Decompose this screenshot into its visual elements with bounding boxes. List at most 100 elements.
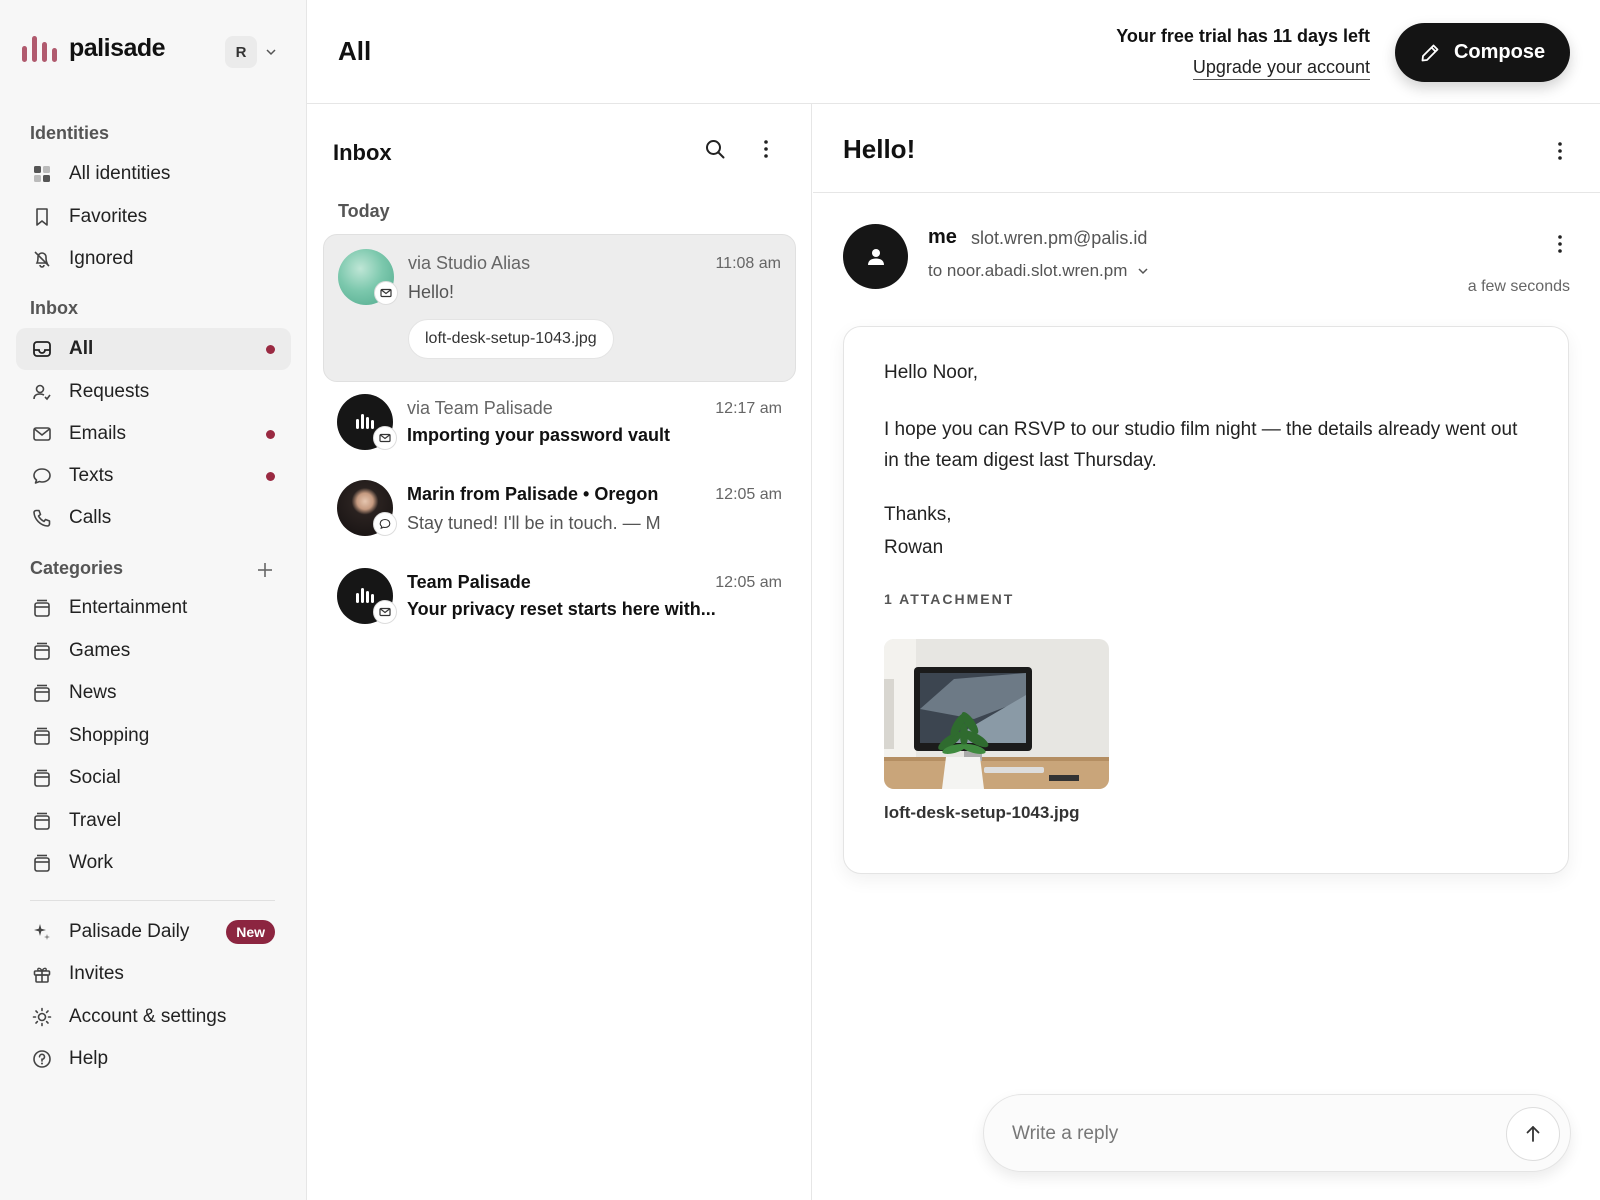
help-icon <box>31 1048 53 1070</box>
reader-divider <box>813 192 1600 193</box>
sidebar-item-label: Help <box>69 1048 109 1069</box>
sidebar-item-palisade-daily[interactable]: Palisade Daily New <box>16 911 291 953</box>
message-sender: via Team Palisade <box>407 398 553 418</box>
sidebar-item-label: Palisade Daily <box>69 921 190 942</box>
sidebar-item-ignored[interactable]: Ignored <box>16 238 291 280</box>
message-subject: Importing your password vault <box>407 425 671 445</box>
message-signature: Rowan <box>884 537 944 558</box>
sidebar-item-social[interactable]: Social <box>16 757 291 799</box>
folder-icon <box>31 852 53 874</box>
reply-box <box>983 1094 1571 1172</box>
message-row[interactable]: via Studio Alias 11:08 am Hello! loft-de… <box>323 234 796 382</box>
sidebar-item-news[interactable]: News <box>16 672 291 714</box>
unread-dot <box>266 472 275 481</box>
folder-icon <box>31 640 53 662</box>
attachment-chip[interactable]: loft-desk-setup-1043.jpg <box>408 319 614 359</box>
message-more-button[interactable] <box>1546 137 1574 165</box>
sidebar-item-requests[interactable]: Requests <box>16 371 291 413</box>
sidebar-item-help[interactable]: Help <box>16 1038 291 1080</box>
sender-address: slot.wren.pm@palis.id <box>971 228 1148 248</box>
arrow-up-icon <box>1526 1126 1540 1142</box>
more-vertical-icon <box>1558 142 1562 160</box>
message-row[interactable]: Marin from Palisade • Oregon 12:05 am St… <box>323 478 796 554</box>
mail-icon <box>373 426 397 450</box>
sidebar-item-label: Account & settings <box>69 1006 227 1027</box>
account-switcher[interactable]: R <box>225 36 277 68</box>
message-greeting: Hello Noor, <box>884 362 978 383</box>
search-button[interactable] <box>701 135 729 163</box>
reply-input[interactable] <box>1012 1115 1472 1153</box>
compose-button[interactable]: Compose <box>1395 23 1570 82</box>
sidebar-item-invites[interactable]: Invites <box>16 953 291 995</box>
sidebar-item-label: All <box>69 338 94 359</box>
unread-dot <box>266 430 275 439</box>
sender-more-button[interactable] <box>1546 230 1574 258</box>
message-body-card: Hello Noor, I hope you can RSVP to our s… <box>843 326 1569 874</box>
attachment-filename[interactable]: loft-desk-setup-1043.jpg <box>884 803 1080 823</box>
sidebar-item-all-identities[interactable]: All identities <box>16 153 291 195</box>
sun-icon <box>31 1006 53 1028</box>
page-title: All <box>338 36 372 66</box>
desk-photo-image <box>884 639 1109 789</box>
bell-off-icon <box>31 248 53 270</box>
attachment-thumbnail[interactable] <box>884 639 1109 789</box>
send-reply-button[interactable] <box>1506 1107 1560 1161</box>
message-signoff: Thanks, <box>884 504 952 525</box>
sidebar-item-label: Invites <box>69 963 124 984</box>
upgrade-link[interactable]: Upgrade your account <box>1192 57 1370 80</box>
inbox-more-button[interactable] <box>752 135 780 163</box>
person-icon <box>867 248 884 265</box>
recipient-toggle[interactable]: to noor.abadi.slot.wren.pm <box>928 261 1149 281</box>
folder-icon <box>31 682 53 704</box>
trial-banner: Your free trial has 11 days left Upgrade… <box>1116 26 1370 80</box>
person-icon <box>31 381 53 403</box>
mail-icon <box>373 600 397 624</box>
compose-label: Compose <box>1453 41 1546 63</box>
sidebar-item-favorites[interactable]: Favorites <box>16 196 291 238</box>
message-subject: Hello! <box>408 282 455 302</box>
message-time: 12:17 am <box>715 400 782 417</box>
folder-icon <box>31 767 53 789</box>
message-row[interactable]: via Team Palisade 12:17 am Importing you… <box>323 392 796 468</box>
palisade-logo-icon <box>22 35 57 62</box>
categories-title: Categories <box>30 558 124 578</box>
sidebar-item-texts[interactable]: Texts <box>16 455 291 497</box>
message-timestamp: a few seconds <box>1467 278 1570 295</box>
brand-name: palisade <box>69 34 166 62</box>
sidebar-item-label: Requests <box>69 381 150 402</box>
inbox-list-pane: Inbox Today via Studio Alias 11:08 am He… <box>307 104 812 1200</box>
sidebar-divider <box>30 900 275 901</box>
sidebar: palisade R Identities All identities Fav… <box>0 0 307 1200</box>
palisade-logo-icon <box>356 588 374 603</box>
message-subject: Stay tuned! I'll be in touch. — M <box>407 513 661 533</box>
sidebar-item-emails[interactable]: Emails <box>16 413 291 455</box>
add-category-plus-icon[interactable] <box>256 561 274 579</box>
mail-icon <box>31 423 53 445</box>
search-icon <box>706 140 725 159</box>
sidebar-item-games[interactable]: Games <box>16 630 291 672</box>
palisade-logo-icon <box>356 414 374 429</box>
sidebar-item-account-settings[interactable]: Account & settings <box>16 996 291 1038</box>
sidebar-item-shopping[interactable]: Shopping <box>16 715 291 757</box>
sidebar-item-entertainment[interactable]: Entertainment <box>16 587 291 629</box>
sidebar-item-label: Games <box>69 640 131 661</box>
account-initial: R <box>225 36 257 68</box>
trial-message: Your free trial has 11 days left <box>1116 26 1370 46</box>
inbox-section-title: Inbox <box>30 298 78 318</box>
message-row[interactable]: Team Palisade 12:05 am Your privacy rese… <box>323 566 796 642</box>
more-vertical-icon <box>764 140 768 158</box>
message-time: 12:05 am <box>715 574 782 591</box>
brand[interactable]: palisade <box>22 34 166 63</box>
sidebar-item-label: Social <box>69 767 121 788</box>
message-sender: via Studio Alias <box>408 253 531 273</box>
sidebar-item-work[interactable]: Work <box>16 842 291 884</box>
date-group-label: Today <box>338 201 390 221</box>
unread-dot <box>266 345 275 354</box>
sidebar-item-calls[interactable]: Calls <box>16 497 291 539</box>
sparkle-icon <box>31 921 53 943</box>
sidebar-item-all[interactable]: All <box>16 328 291 370</box>
sidebar-item-label: Entertainment <box>69 597 188 618</box>
message-time: 11:08 am <box>715 255 781 272</box>
sidebar-item-travel[interactable]: Travel <box>16 800 291 842</box>
folder-icon <box>31 725 53 747</box>
